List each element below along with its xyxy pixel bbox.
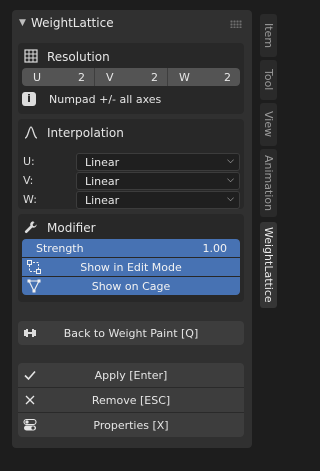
chevron-down-icon: ⌵ (227, 194, 234, 204)
resolution-w-field[interactable]: W 2 (168, 68, 240, 86)
back-to-weight-paint-label: Back to Weight Paint [Q] (63, 326, 199, 340)
tab-view[interactable]: View (260, 103, 277, 146)
back-to-weight-paint-button[interactable]: Back to Weight Paint [Q] (18, 321, 244, 345)
interpolation-w-label: W: (23, 193, 37, 206)
interpolation-header[interactable]: Interpolation (18, 119, 244, 145)
tab-tool-label: Tool (262, 69, 275, 91)
checkmark-icon (24, 370, 36, 381)
interpolation-u-label: U: (23, 155, 35, 168)
close-icon (25, 395, 35, 405)
interpolation-w-select[interactable]: Linear ⌵ (76, 191, 240, 209)
tab-animation-label: Animation (262, 154, 275, 212)
interpolation-v-select[interactable]: Linear ⌵ (76, 172, 240, 190)
drag-grip-icon[interactable] (230, 20, 242, 28)
tab-item[interactable]: Item (260, 14, 277, 57)
lattice-icon (24, 49, 38, 63)
properties-label: Properties [X] (93, 418, 169, 432)
resolution-v-field[interactable]: V 2 (95, 68, 168, 86)
modifier-title: Modifier (47, 221, 96, 235)
tab-weightlattice-label: WeightLattice (262, 227, 275, 303)
remove-button[interactable]: Remove [ESC] (18, 388, 244, 412)
show-on-cage-toggle[interactable]: Show on Cage (22, 277, 240, 295)
tab-item-label: Item (262, 22, 275, 49)
interpolation-w-value: Linear (85, 193, 120, 207)
chevron-down-icon[interactable]: ▼ (19, 18, 31, 28)
info-icon: i (22, 92, 36, 106)
show-on-cage-label: Show on Cage (91, 279, 171, 293)
panel-header[interactable]: ▼ WeightLattice (12, 10, 252, 36)
interpolation-u-value: Linear (85, 155, 120, 169)
numpad-hint-text: Numpad +/- all axes (49, 92, 162, 106)
resolution-fields: U 2 V 2 W 2 (22, 68, 240, 86)
properties-button[interactable]: Properties [X] (18, 413, 244, 437)
resolution-title: Resolution (47, 50, 110, 64)
strength-slider[interactable]: Strength 1.00 (22, 239, 240, 257)
apply-button[interactable]: Apply [Enter] (18, 363, 244, 387)
apply-label: Apply [Enter] (94, 368, 168, 382)
interpolation-v-row: V: Linear ⌵ (18, 172, 244, 190)
resolution-u-value: 2 (78, 70, 85, 84)
numpad-hint: i Numpad +/- all axes (22, 91, 161, 107)
cage-icon (27, 279, 41, 293)
resolution-v-axis: V (106, 70, 114, 84)
resolution-u-axis: U (33, 70, 42, 84)
modifier-header[interactable]: Modifier (18, 214, 244, 240)
modifier-section: Modifier Strength 1.00 Show in Edit Mode… (18, 214, 244, 302)
strength-label: Strength (36, 241, 84, 255)
edit-mode-icon (27, 260, 41, 274)
wrench-icon (24, 221, 37, 233)
tab-tool[interactable]: Tool (260, 60, 277, 100)
remove-label: Remove [ESC] (91, 393, 171, 407)
resolution-v-value: 2 (151, 70, 158, 84)
show-in-edit-mode-label: Show in Edit Mode (80, 260, 182, 274)
chevron-down-icon: ⌵ (227, 156, 234, 166)
interpolation-v-value: Linear (85, 174, 120, 188)
resolution-w-value: 2 (224, 70, 231, 84)
weightlattice-panel: ▼ WeightLattice Resolution U 2 V 2 W 2 i… (12, 10, 252, 448)
tab-weightlattice[interactable]: WeightLattice (260, 222, 277, 308)
panel-title: WeightLattice (31, 16, 114, 30)
interpolation-u-select[interactable]: Linear ⌵ (76, 153, 240, 171)
interpolation-u-row: U: Linear ⌵ (18, 153, 244, 171)
strength-value: 1.00 (202, 241, 228, 255)
show-in-edit-mode-toggle[interactable]: Show in Edit Mode (22, 258, 240, 276)
resolution-u-field[interactable]: U 2 (22, 68, 95, 86)
interpolation-section: Interpolation U: Linear ⌵ V: Linear ⌵ W:… (18, 119, 244, 209)
interpolation-w-row: W: Linear ⌵ (18, 191, 244, 209)
interpolation-title: Interpolation (47, 126, 124, 140)
curve-icon (24, 126, 38, 139)
tab-view-label: View (262, 111, 275, 138)
weight-paint-icon (24, 329, 36, 337)
resolution-section: Resolution U 2 V 2 W 2 i Numpad +/- all … (18, 43, 244, 114)
interpolation-v-label: V: (23, 174, 34, 187)
tab-animation[interactable]: Animation (260, 149, 277, 217)
chevron-down-icon: ⌵ (227, 175, 234, 185)
resolution-header[interactable]: Resolution (18, 43, 244, 69)
resolution-w-axis: W (179, 70, 190, 84)
toggles-icon (23, 418, 37, 431)
